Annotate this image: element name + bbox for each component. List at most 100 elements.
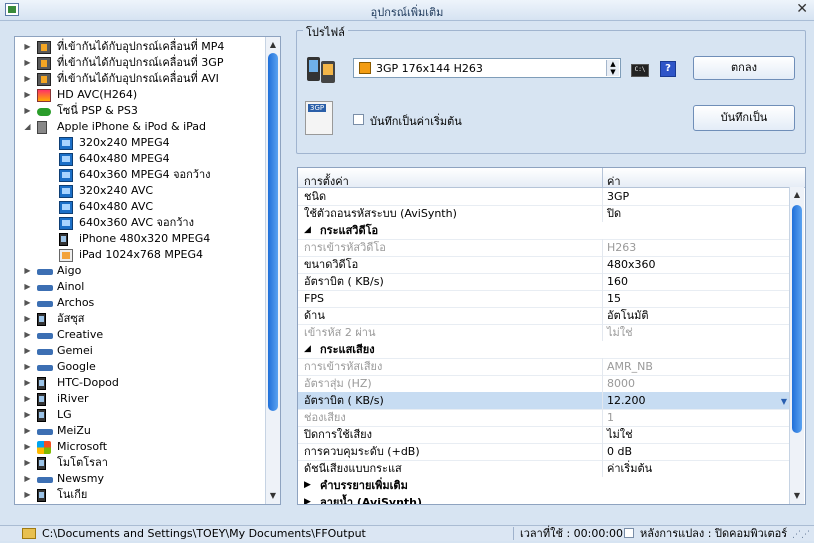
phone-icon xyxy=(37,489,46,502)
mobile-devices-icon xyxy=(307,57,335,83)
grid-category[interactable]: ▶ คำบรรยายเพิ่มเติม xyxy=(298,477,790,495)
spin-arrows-icon[interactable]: ▲ ▼ xyxy=(606,60,619,76)
ok-button[interactable]: ตกลง xyxy=(693,56,795,80)
grid-scrollbar[interactable]: ▲ ▼ xyxy=(789,187,804,504)
grid-row[interactable]: ปิดการใช้เสียง ไม่ใช่ xyxy=(298,426,790,444)
setting-value[interactable]: ไม่ใช่ xyxy=(607,426,633,443)
tree-scrollbar[interactable]: ▲ ▼ xyxy=(265,37,280,504)
profile-select[interactable]: 3GP 176x144 H263 ▲ ▼ xyxy=(353,58,621,78)
expand-arrow-icon[interactable]: ▶ xyxy=(23,295,32,311)
help-icon[interactable]: ? xyxy=(660,61,676,77)
profile-format-icon xyxy=(359,62,371,74)
expand-arrow-icon[interactable]: ▶ xyxy=(23,87,32,103)
expand-arrow-icon[interactable]: ▶ xyxy=(23,423,32,439)
settings-grid[interactable]: การตั้งค่า ค่า ชนิด 3GP ใช้ตัวถอนรหัสระบบ … xyxy=(297,167,806,505)
tree-item-label: Archos xyxy=(57,296,95,309)
tree-item-label: Google xyxy=(57,360,96,373)
grid-row[interactable]: ชนิด 3GP xyxy=(298,188,790,206)
expand-arrow-icon[interactable]: ▶ xyxy=(23,455,32,471)
expand-arrow-icon[interactable]: ▶ xyxy=(304,477,311,494)
expand-arrow-icon[interactable]: ▶ xyxy=(23,375,32,391)
title-bar: อุปกรณ์เพิ่มเติม ✕ xyxy=(0,0,814,21)
expand-arrow-icon[interactable]: ▶ xyxy=(23,55,32,71)
phone-icon xyxy=(37,313,46,326)
grid-row[interactable]: อัตราบิต ( KB/s) 12.200 ▼ xyxy=(298,392,790,410)
scroll-up-icon[interactable]: ▲ xyxy=(266,38,280,52)
expand-arrow-icon[interactable]: ▶ xyxy=(23,311,32,327)
collapse-arrow-icon[interactable]: ◢ xyxy=(23,119,32,135)
grid-category[interactable]: ◢ กระแสวิดีโอ xyxy=(298,222,790,240)
collapse-arrow-icon[interactable]: ◢ xyxy=(304,341,311,358)
tree-item-label: HTC-Dopod xyxy=(57,376,119,389)
grid-category[interactable]: ▶ ลายน้ำ (AviSynth) xyxy=(298,494,790,504)
setting-name: ดัชนีเสียงแบบกระแส xyxy=(304,462,402,475)
device-icon xyxy=(37,477,53,483)
apple-device-icon xyxy=(37,121,47,134)
grid-row[interactable]: เข้ารหัส 2 ผ่าน ไม่ใช่ xyxy=(298,324,790,342)
3gp-file-icon: 3GP xyxy=(305,101,333,135)
folder-icon[interactable] xyxy=(22,528,36,539)
setting-value[interactable]: 480x360 xyxy=(607,256,656,273)
tree-item-label: LG xyxy=(57,408,72,421)
dropdown-arrow-icon[interactable]: ▼ xyxy=(781,393,787,410)
expand-arrow-icon[interactable]: ▶ xyxy=(23,359,32,375)
setting-value[interactable]: 15 xyxy=(607,290,621,307)
expand-arrow-icon[interactable]: ▶ xyxy=(23,39,32,55)
grid-row[interactable]: ช่องเสียง 1 xyxy=(298,409,790,427)
expand-arrow-icon[interactable]: ▶ xyxy=(23,407,32,423)
grid-row[interactable]: อัตราบิต ( KB/s) 160 xyxy=(298,273,790,291)
after-convert-checkbox[interactable] xyxy=(624,528,634,538)
grid-row[interactable]: ดัชนีเสียงแบบกระแส ค่าเริ่มต้น xyxy=(298,460,790,478)
film-icon xyxy=(37,41,51,54)
setting-value[interactable]: ค่าเริ่มต้น xyxy=(607,460,652,477)
grid-row[interactable]: ด้าน อัตโนมัติ xyxy=(298,307,790,325)
expand-arrow-icon[interactable]: ▶ xyxy=(23,103,32,119)
expand-arrow-icon[interactable]: ▶ xyxy=(23,343,32,359)
monitor-icon xyxy=(59,201,73,214)
grid-scroll-up-icon[interactable]: ▲ xyxy=(790,188,804,202)
grid-category[interactable]: ◢ กระแสเสียง xyxy=(298,341,790,359)
setting-value[interactable]: 0 dB xyxy=(607,443,632,460)
setting-value[interactable]: 160 xyxy=(607,273,628,290)
expand-arrow-icon[interactable]: ▶ xyxy=(23,279,32,295)
grid-row[interactable]: การเข้ารหัสเสียง AMR_NB xyxy=(298,358,790,376)
setting-value: H263 xyxy=(607,241,637,254)
setting-value[interactable]: อัตโนมัติ xyxy=(607,307,649,324)
expand-arrow-icon[interactable]: ▶ xyxy=(23,263,32,279)
resize-grip-icon[interactable]: ⋰⋰ xyxy=(792,528,810,543)
command-line-icon[interactable]: C:\ xyxy=(631,64,649,77)
scroll-thumb[interactable] xyxy=(268,53,278,411)
setting-name: FPS xyxy=(304,292,324,305)
device-tree[interactable]: ▶ ที่เข้ากันได้กับอุปกรณ์เคลื่อนที่ MP4 ▶ ท… xyxy=(14,36,281,505)
expand-arrow-icon[interactable]: ▶ xyxy=(23,487,32,503)
window-title: อุปกรณ์เพิ่มเติม xyxy=(370,6,444,19)
device-icon xyxy=(37,333,53,339)
collapse-arrow-icon[interactable]: ◢ xyxy=(304,222,311,239)
psp-icon xyxy=(37,108,51,116)
expand-arrow-icon[interactable]: ▶ xyxy=(23,439,32,455)
save-default-label: บันทึกเป็นค่าเริ่มต้น xyxy=(370,115,462,128)
grid-row[interactable]: การควบคุมระดับ (+dB) 0 dB xyxy=(298,443,790,461)
grid-row[interactable]: ใช้ตัวถอนรหัสระบบ (AviSynth) ปิด xyxy=(298,205,790,223)
device-icon xyxy=(37,301,53,307)
grid-row[interactable]: การเข้ารหัสวิดีโอ H263 xyxy=(298,239,790,257)
expand-arrow-icon[interactable]: ▶ xyxy=(23,391,32,407)
setting-value[interactable]: 12.200 xyxy=(607,392,646,409)
expand-arrow-icon[interactable]: ▶ xyxy=(23,327,32,343)
grid-scroll-thumb[interactable] xyxy=(792,205,802,433)
device-icon xyxy=(37,349,53,355)
grid-row[interactable]: อัตราสุ่ม (HZ) 8000 xyxy=(298,375,790,393)
grid-scroll-down-icon[interactable]: ▼ xyxy=(790,489,804,503)
expand-arrow-icon[interactable]: ▶ xyxy=(23,471,32,487)
setting-value[interactable]: ปิด xyxy=(607,205,621,222)
expand-arrow-icon[interactable]: ▶ xyxy=(23,71,32,87)
save-default-checkbox[interactable] xyxy=(353,114,364,125)
save-as-button[interactable]: บันทึกเป็น xyxy=(693,105,795,131)
close-icon[interactable]: ✕ xyxy=(796,1,808,17)
setting-name: อัตราบิต ( KB/s) xyxy=(304,275,384,288)
expand-arrow-icon[interactable]: ▶ xyxy=(304,494,311,504)
scroll-down-icon[interactable]: ▼ xyxy=(266,489,280,503)
setting-value[interactable]: 3GP xyxy=(607,188,629,205)
grid-row[interactable]: ขนาดวิดีโอ 480x360 xyxy=(298,256,790,274)
grid-row[interactable]: FPS 15 xyxy=(298,290,790,308)
